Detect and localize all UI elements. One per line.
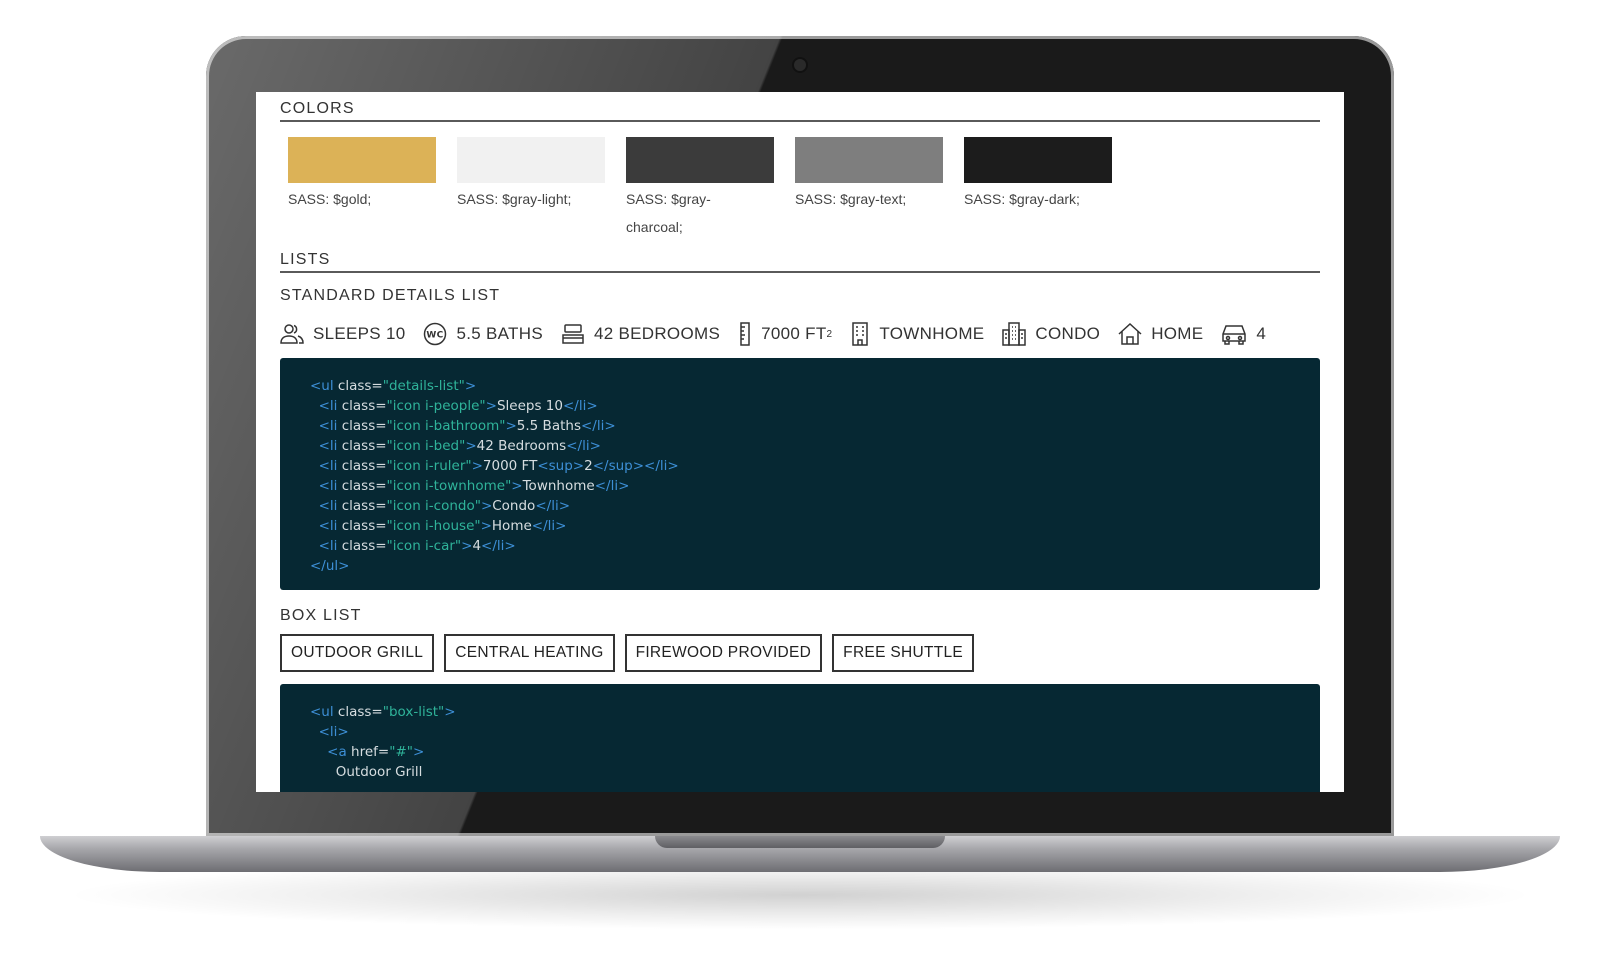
color-swatch: SASS: $gold; (288, 137, 453, 213)
details-code-block: <ul class="details-list"> <li class="ico… (280, 358, 1320, 590)
standard-details-heading: STANDARD DETAILS LIST (280, 287, 501, 304)
swatch-label: SASS: $gray-text; (795, 191, 907, 207)
details-item-label: CONDO (1035, 324, 1101, 343)
details-item-sup: 2 (826, 328, 833, 340)
people-icon (280, 323, 313, 345)
details-list-item: 42 BEDROOMS (561, 323, 720, 345)
color-swatch: SASS: $gray-dark; (964, 137, 1129, 213)
details-item-label: HOME (1151, 324, 1204, 343)
code-line: <li class="icon i-bed">42 Bedrooms</li> (318, 438, 601, 454)
box-list-item[interactable]: OUTDOOR GRILL (280, 634, 435, 672)
details-item-label: 4 (1256, 324, 1267, 343)
swatch-label: SASS: $gray-light; (457, 191, 572, 207)
swatch-chip (795, 137, 943, 183)
laptop-notch (655, 836, 945, 848)
details-item-label: 7000 FT (761, 324, 827, 343)
colors-heading: COLORS (280, 100, 1320, 122)
swatch-chip (457, 137, 605, 183)
details-list-item: HOME (1118, 323, 1203, 345)
swatch-label: SASS: $gray-charcoal; (626, 191, 711, 235)
details-list: SLEEPS 10 WC 5.5 BATHS 42 BEDROOMS 7000 FT 2 T… (280, 318, 1284, 350)
car-icon (1221, 323, 1256, 345)
color-swatch: SASS: $gray-text; (795, 137, 960, 213)
code-line: <ul class="box-list"> (310, 704, 456, 720)
box-list-item[interactable]: FIREWOOD PROVIDED (624, 634, 823, 672)
details-list-item: 7000 FT 2 (738, 322, 832, 346)
style-guide-page: COLORS SASS: $gold; SASS: $gray-light; SAS… (256, 92, 1344, 792)
details-list-item: SLEEPS 10 (280, 323, 405, 345)
code-line: <li class="icon i-condo">Condo</li> (318, 498, 571, 514)
box-list-item[interactable]: FREE SHUTTLE (832, 634, 975, 672)
box-list-code-block: <ul class="box-list"> <li> <a href="#"> … (280, 684, 1320, 792)
code-line: <li class="icon i-ruler">7000 FT<sup>2</… (318, 458, 679, 474)
townhome-icon (850, 322, 879, 346)
code-line: <ul class="details-list"> (310, 378, 477, 394)
bed-icon (561, 323, 594, 345)
details-list-item: TOWNHOME (850, 322, 984, 346)
details-item-label: 42 BEDROOMS (593, 324, 721, 343)
svg-text:WC: WC (427, 331, 444, 341)
ruler-icon (738, 322, 761, 346)
code-line: <li> (318, 724, 349, 740)
color-swatch: SASS: $gray-light; (457, 137, 622, 213)
code-line: <li class="icon i-townhome">Townhome</li… (318, 478, 630, 494)
details-item-label: TOWNHOME (879, 324, 985, 343)
code-line: Outdoor Grill (335, 764, 423, 780)
details-item-label: SLEEPS 10 (313, 324, 406, 343)
code-line: <li class="icon i-car">4</li> (318, 538, 516, 554)
details-item-label: 5.5 BATHS (456, 324, 543, 343)
box-list-heading: BOX LIST (280, 607, 362, 624)
box-list-item[interactable]: CENTRAL HEATING (444, 634, 615, 672)
code-line: </ul> (310, 558, 350, 574)
code-line: <li class="icon i-house">Home</li> (318, 518, 567, 534)
bathroom-icon: WC (423, 322, 456, 346)
code-line: <li class="icon i-people">Sleeps 10</li> (318, 398, 598, 414)
code-line: <li class="icon i-bathroom">5.5 Baths</l… (318, 418, 616, 434)
box-list: OUTDOOR GRILL CENTRAL HEATING FIREWOOD PRO… (280, 634, 984, 672)
swatch-chip (288, 137, 436, 183)
swatch-label: SASS: $gray-dark; (964, 191, 1080, 207)
code-line: <a href="#"> (327, 744, 425, 760)
swatch-chip (964, 137, 1112, 183)
swatch-chip (626, 137, 774, 183)
details-list-item: WC 5.5 BATHS (423, 322, 543, 346)
lists-heading: LISTS (280, 251, 1320, 273)
swatch-label: SASS: $gold; (288, 191, 372, 207)
house-icon (1118, 323, 1151, 345)
color-swatch: SASS: $gray-charcoal; (626, 137, 791, 241)
condo-icon (1002, 322, 1035, 346)
camera-icon (794, 59, 806, 71)
details-list-item: 4 (1221, 323, 1266, 345)
details-list-item: CONDO (1002, 322, 1100, 346)
